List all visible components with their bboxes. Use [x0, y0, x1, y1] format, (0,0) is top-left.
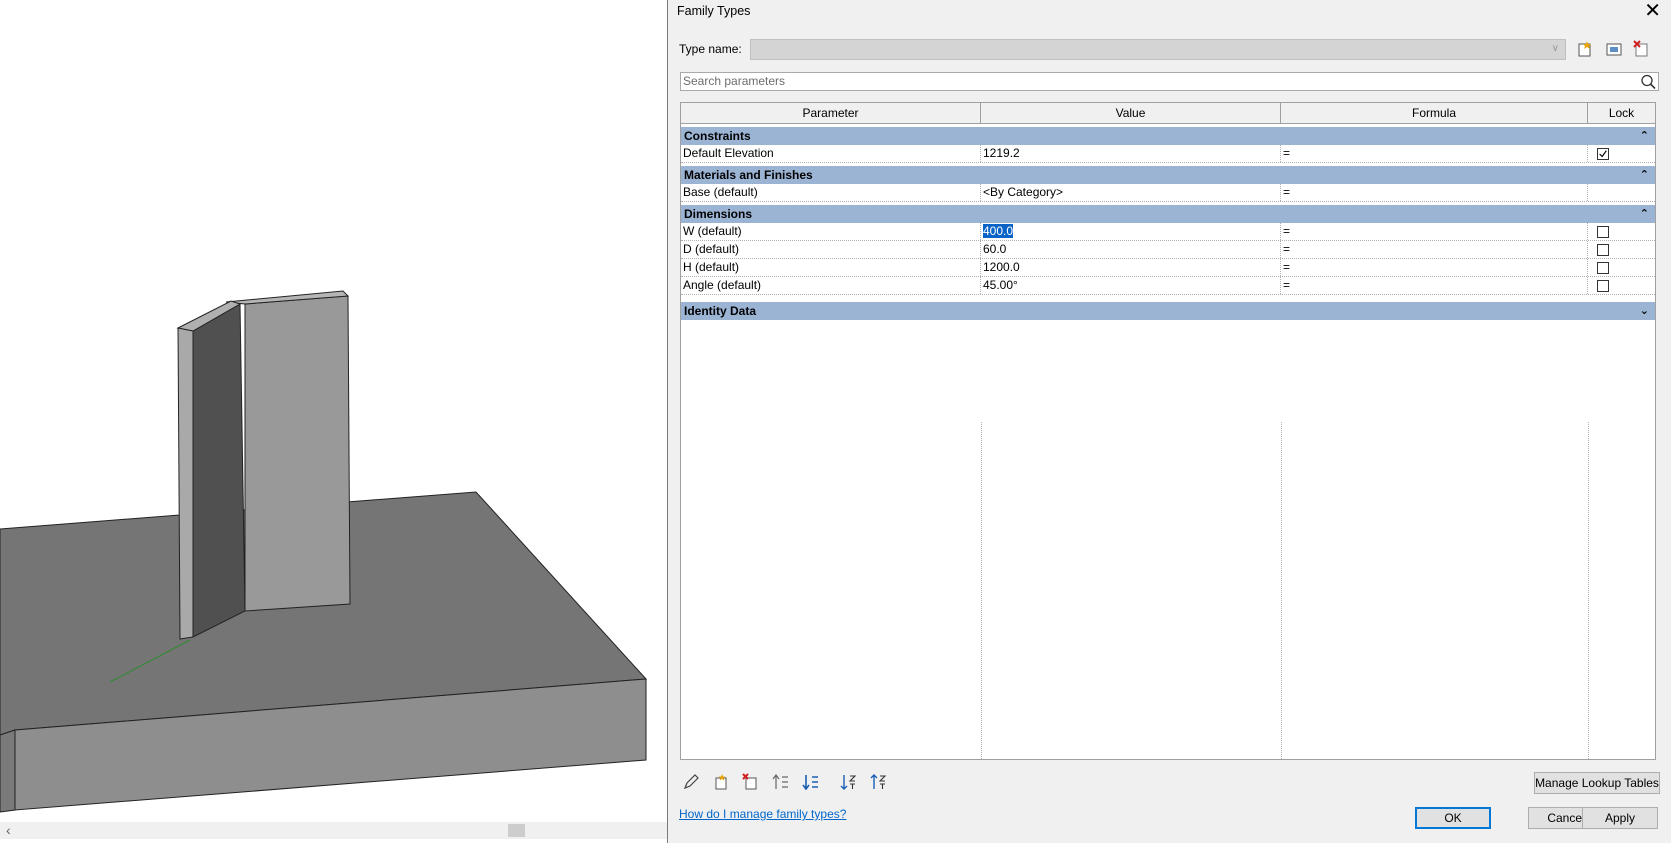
group-label: Dimensions — [684, 207, 753, 221]
scroll-thumb[interactable] — [508, 824, 525, 837]
slab-side-face — [0, 729, 16, 813]
group-header-dimensions[interactable]: Dimensions ⌃ — [681, 205, 1655, 223]
table-row[interactable]: D (default) 60.0 = — [681, 241, 1655, 259]
move-down-icon[interactable] — [802, 773, 820, 791]
lock-cell — [1588, 184, 1655, 201]
type-name-label: Type name: — [679, 42, 742, 56]
delete-parameter-icon[interactable] — [742, 773, 760, 791]
group-label: Materials and Finishes — [684, 168, 813, 182]
table-row[interactable]: H (default) 1200.0 = — [681, 259, 1655, 277]
parameter-cell: Default Elevation — [681, 145, 981, 162]
formula-cell[interactable]: = — [1281, 184, 1588, 201]
column-header-parameter[interactable]: Parameter — [681, 103, 981, 124]
sort-descending-icon[interactable] — [870, 773, 888, 791]
move-up-icon[interactable] — [772, 773, 790, 791]
table-row[interactable]: Default Elevation 1219.2 = — [681, 145, 1655, 163]
formula-cell[interactable]: = — [1281, 277, 1588, 294]
lock-cell — [1588, 241, 1655, 258]
angled-face — [192, 303, 246, 638]
lock-cell — [1588, 277, 1655, 294]
selected-value-text[interactable]: 400.0 — [983, 224, 1014, 238]
group-label: Constraints — [684, 129, 751, 143]
collapse-icon[interactable]: ⌃ — [1640, 205, 1649, 223]
close-icon[interactable]: ✕ — [1644, 0, 1661, 22]
value-cell[interactable]: <By Category> — [981, 184, 1281, 201]
search-icon[interactable] — [1640, 74, 1656, 90]
parameter-cell: Angle (default) — [681, 277, 981, 294]
lock-cell — [1588, 259, 1655, 276]
group-header-identity[interactable]: Identity Data ⌄ — [681, 302, 1655, 320]
parameter-cell: W (default) — [681, 223, 981, 240]
chevron-down-icon[interactable]: ∨ — [1552, 43, 1559, 54]
scroll-left-icon[interactable]: ‹ — [6, 822, 11, 839]
table-row[interactable]: W (default) 400.0 = — [681, 223, 1655, 241]
lock-checkbox[interactable] — [1597, 280, 1609, 292]
parameter-cell: Base (default) — [681, 184, 981, 201]
panel-edge-face — [177, 327, 194, 640]
lock-checkbox[interactable] — [1597, 226, 1609, 238]
search-parameters-box[interactable] — [680, 72, 1659, 91]
value-cell[interactable]: 1200.0 — [981, 259, 1281, 276]
lock-checkbox[interactable] — [1597, 262, 1609, 274]
lock-checkbox[interactable] — [1597, 244, 1609, 256]
sort-ascending-icon[interactable] — [840, 773, 858, 791]
family-types-dialog: Family Types ✕ Type name: ∨ Parameter Va… — [667, 0, 1671, 843]
formula-cell[interactable]: = — [1281, 259, 1588, 276]
ok-button[interactable]: OK — [1415, 807, 1491, 829]
table-row[interactable]: Base (default) <By Category> = — [681, 184, 1655, 202]
type-name-select[interactable]: ∨ — [750, 39, 1566, 60]
rename-type-icon[interactable] — [1605, 40, 1623, 58]
formula-cell[interactable]: = — [1281, 223, 1588, 240]
pencil-icon[interactable] — [682, 773, 700, 791]
dialog-title: Family Types — [677, 4, 751, 18]
new-parameter-icon[interactable] — [712, 773, 730, 791]
manage-lookup-tables-button[interactable]: Manage Lookup Tables — [1534, 772, 1660, 794]
collapse-icon[interactable]: ⌃ — [1640, 166, 1649, 184]
horizontal-scrollbar[interactable]: ‹ — [0, 822, 667, 839]
new-type-icon[interactable] — [1576, 40, 1594, 58]
column-divider — [981, 422, 982, 759]
panel-front-face — [244, 295, 351, 612]
column-header-value[interactable]: Value — [981, 103, 1281, 124]
group-header-materials[interactable]: Materials and Finishes ⌃ — [681, 166, 1655, 184]
apply-button[interactable]: Apply — [1582, 807, 1658, 829]
formula-cell[interactable]: = — [1281, 241, 1588, 258]
parameter-cell: D (default) — [681, 241, 981, 258]
help-link[interactable]: How do I manage family types? — [679, 807, 846, 821]
search-input[interactable] — [683, 73, 1583, 89]
parameters-grid: Parameter Value Formula Lock Constraints… — [680, 102, 1656, 760]
value-cell[interactable]: 60.0 — [981, 241, 1281, 258]
column-divider — [1588, 422, 1589, 759]
formula-cell[interactable]: = — [1281, 145, 1588, 162]
value-cell[interactable]: 400.0 — [981, 223, 1281, 240]
parameter-cell: H (default) — [681, 259, 981, 276]
3d-model-view — [0, 290, 648, 813]
group-label: Identity Data — [684, 304, 757, 318]
collapse-icon[interactable]: ⌃ — [1640, 127, 1649, 145]
lock-cell — [1588, 223, 1655, 240]
column-divider — [1281, 422, 1282, 759]
value-cell[interactable]: 1219.2 — [981, 145, 1281, 162]
lock-cell — [1588, 145, 1655, 162]
expand-icon[interactable]: ⌄ — [1640, 302, 1649, 320]
lock-checkbox-checked[interactable] — [1597, 148, 1609, 160]
column-header-formula[interactable]: Formula — [1281, 103, 1588, 124]
3d-viewport[interactable]: ‹ — [0, 0, 667, 843]
group-header-constraints[interactable]: Constraints ⌃ — [681, 127, 1655, 145]
delete-type-icon[interactable] — [1633, 40, 1651, 58]
column-header-lock[interactable]: Lock — [1588, 103, 1655, 124]
table-row[interactable]: Angle (default) 45.00° = — [681, 277, 1655, 295]
value-cell[interactable]: 45.00° — [981, 277, 1281, 294]
